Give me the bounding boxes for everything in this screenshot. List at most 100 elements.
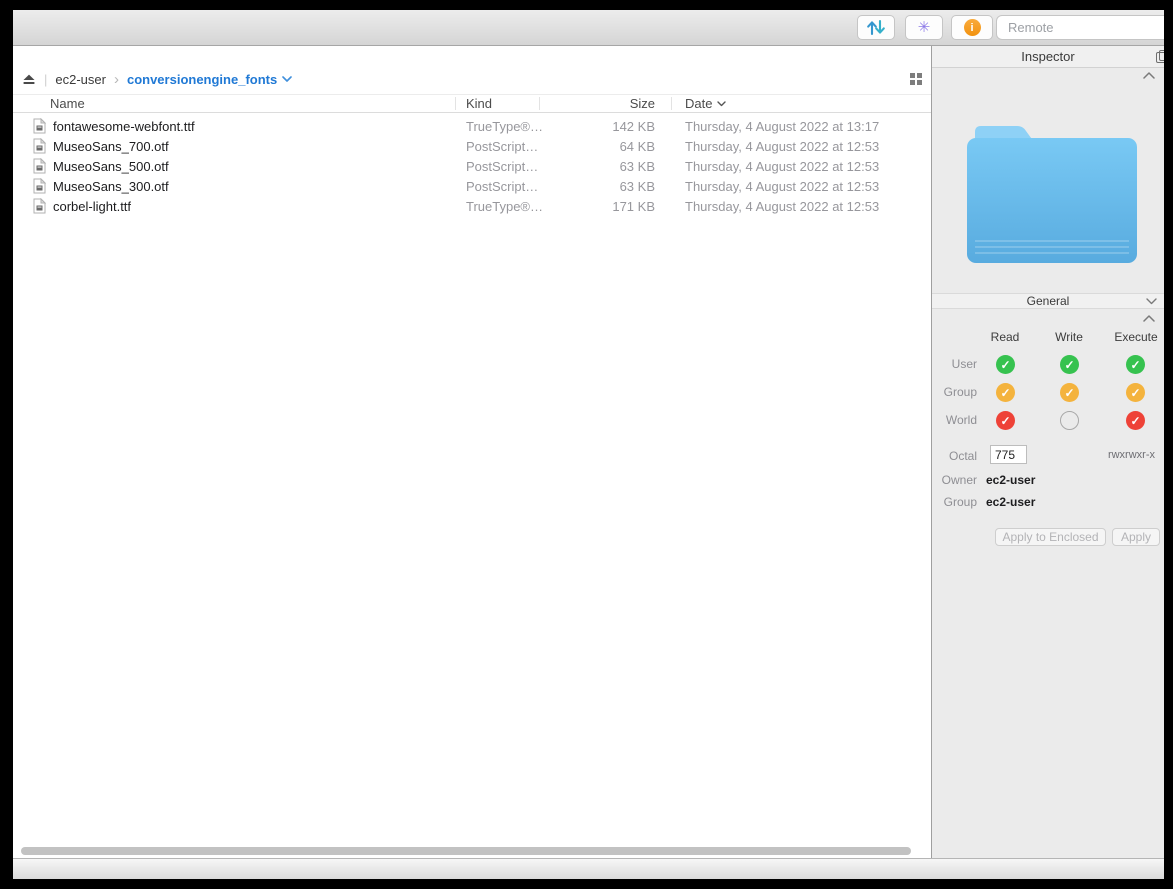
file-name-cell: corbel-light.ttf (13, 198, 455, 214)
file-size: 63 KB (539, 179, 655, 194)
file-name: corbel-light.ttf (53, 199, 131, 214)
breadcrumb-current-label: conversionengine_fonts (127, 72, 277, 87)
file-kind: TrueType®… (455, 119, 539, 134)
group-label: Group (932, 495, 977, 509)
permissions-grid: User Group World (932, 355, 1164, 430)
file-name: MuseoSans_500.otf (53, 159, 169, 174)
table-row[interactable]: fontawesome-webfont.ttf TrueType®… 142 K… (13, 116, 931, 136)
file-name-cell: MuseoSans_300.otf (13, 178, 455, 194)
folder-icon (967, 120, 1137, 263)
write-header: Write (1055, 330, 1083, 344)
breadcrumb-current[interactable]: conversionengine_fonts (127, 72, 292, 87)
table-row[interactable]: MuseoSans_300.otf PostScript… 63 KB Thur… (13, 176, 931, 196)
file-name-cell: MuseoSans_500.otf (13, 158, 455, 174)
file-name-cell: fontawesome-webfont.ttf (13, 118, 455, 134)
file-size: 171 KB (539, 199, 655, 214)
owner-label: Owner (932, 473, 977, 487)
file-kind: PostScript… (455, 159, 539, 174)
section-selector-general[interactable]: General (932, 293, 1164, 309)
permission-string: rwxrwxr-x (1108, 449, 1155, 461)
permission-toggle-read[interactable] (996, 383, 1015, 402)
detach-panel-icon[interactable] (1156, 50, 1164, 62)
permission-toggle-execute[interactable] (1126, 355, 1145, 374)
sort-chevron-down-icon (717, 101, 726, 107)
execute-header: Execute (1114, 330, 1157, 344)
breadcrumb-separator-icon: › (114, 72, 119, 87)
activity-button[interactable]: ✳ (905, 15, 943, 40)
column-header-name[interactable]: Name (50, 96, 85, 111)
file-size: 64 KB (539, 139, 655, 154)
permission-row: World (932, 411, 1164, 430)
path-divider: | (44, 72, 47, 87)
file-date: Thursday, 4 August 2022 at 12:53 (655, 179, 931, 194)
permission-toggle-read[interactable] (996, 411, 1015, 430)
file-size: 63 KB (539, 159, 655, 174)
chevron-down-icon (282, 76, 292, 82)
path-bar: | ec2-user › conversionengine_fonts (13, 46, 931, 95)
column-header-size[interactable]: Size (539, 96, 655, 111)
table-row[interactable]: MuseoSans_500.otf PostScript… 63 KB Thur… (13, 156, 931, 176)
file-name: MuseoSans_700.otf (53, 139, 169, 154)
pinwheel-icon: ✳ (918, 20, 931, 35)
file-browser-pane: | ec2-user › conversionengine_fonts (13, 46, 932, 858)
info-icon: i (964, 19, 981, 36)
file-date: Thursday, 4 August 2022 at 12:53 (655, 199, 931, 214)
apply-button[interactable]: Apply (1112, 528, 1160, 546)
octal-input[interactable] (990, 445, 1027, 464)
inspector-header: Inspector (932, 46, 1164, 68)
owner-value: ec2-user (986, 473, 1035, 487)
font-file-icon (33, 118, 46, 134)
inspector-button[interactable]: i (951, 15, 993, 40)
column-header-date[interactable]: Date (685, 96, 726, 111)
font-file-icon (33, 158, 46, 174)
table-row[interactable]: MuseoSans_700.otf PostScript… 64 KB Thur… (13, 136, 931, 156)
grid-view-icon[interactable] (910, 73, 922, 85)
search-field[interactable] (996, 15, 1164, 40)
permission-row-label: World (932, 411, 977, 430)
octal-label: Octal (932, 449, 977, 463)
permission-row: User (932, 355, 1164, 374)
file-date: Thursday, 4 August 2022 at 12:53 (655, 159, 931, 174)
search-input[interactable] (1008, 20, 1164, 35)
collapse-chevron-up-icon[interactable] (1143, 72, 1155, 79)
eject-icon[interactable] (22, 73, 36, 85)
permission-row: Group (932, 383, 1164, 402)
read-header: Read (991, 330, 1020, 344)
permission-toggle-execute[interactable] (1126, 411, 1145, 430)
permission-row-label: Group (932, 383, 977, 402)
permission-row-label: User (932, 355, 977, 374)
toolbar: ✳ i (13, 10, 1164, 46)
transfers-button[interactable] (857, 15, 895, 40)
file-name: MuseoSans_300.otf (53, 179, 169, 194)
column-header-kind[interactable]: Kind (466, 96, 492, 111)
column-divider[interactable] (671, 97, 672, 110)
chevron-down-icon (1146, 298, 1157, 305)
permission-toggle-read[interactable] (996, 355, 1015, 374)
file-date: Thursday, 4 August 2022 at 13:17 (655, 119, 931, 134)
file-date: Thursday, 4 August 2022 at 12:53 (655, 139, 931, 154)
status-bar (13, 858, 1164, 879)
horizontal-scrollbar[interactable] (21, 847, 911, 855)
file-name: fontawesome-webfont.ttf (53, 119, 195, 134)
column-divider[interactable] (455, 97, 456, 110)
app-window: ✳ i | ec2-user (13, 10, 1164, 879)
permission-toggle-write[interactable] (1060, 411, 1079, 430)
folder-preview (967, 120, 1137, 263)
apply-to-enclosed-button[interactable]: Apply to Enclosed (995, 528, 1106, 546)
inspector-panel: Inspector (932, 46, 1164, 858)
table-row[interactable]: corbel-light.ttf TrueType®… 171 KB Thurs… (13, 196, 931, 216)
group-value: ec2-user (986, 495, 1035, 509)
font-file-icon (33, 198, 46, 214)
breadcrumb-parent[interactable]: ec2-user (55, 72, 106, 87)
permission-toggle-execute[interactable] (1126, 383, 1145, 402)
inspector-title: Inspector (1021, 49, 1074, 64)
file-size: 142 KB (539, 119, 655, 134)
up-down-arrows-icon (865, 19, 887, 36)
file-name-cell: MuseoSans_700.otf (13, 138, 455, 154)
permission-toggle-write[interactable] (1060, 383, 1079, 402)
font-file-icon (33, 138, 46, 154)
file-kind: PostScript… (455, 179, 539, 194)
permission-toggle-write[interactable] (1060, 355, 1079, 374)
collapse-chevron-up-icon[interactable] (1143, 315, 1155, 322)
file-kind: TrueType®… (455, 199, 539, 214)
